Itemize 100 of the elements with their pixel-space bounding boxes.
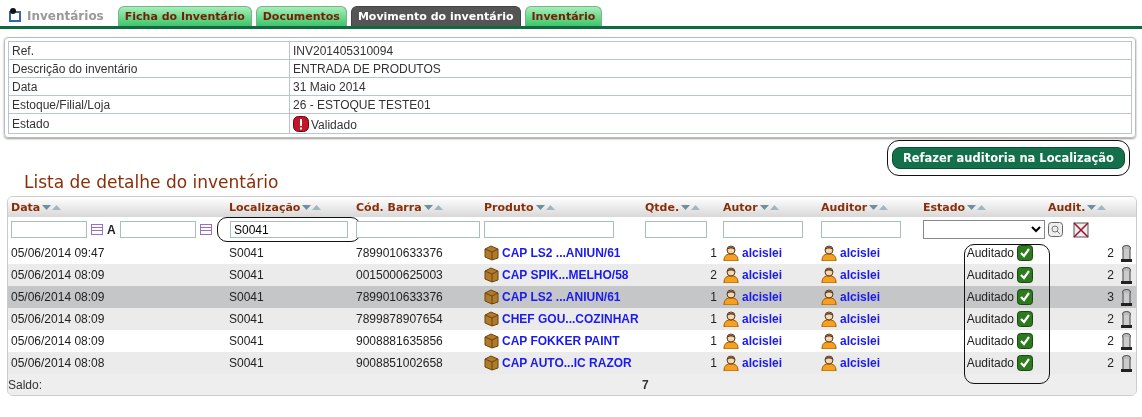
user-link[interactable]: alcislei (840, 356, 881, 370)
box-icon (484, 311, 499, 327)
field-value: INV201405310094 (293, 43, 394, 58)
column-header[interactable]: Autor (723, 200, 758, 214)
column-header[interactable]: Cód. Barra (356, 200, 422, 214)
bin-icon[interactable] (1120, 266, 1133, 284)
product-link[interactable]: CAP SPIK...MELHO/58 (502, 268, 629, 282)
field-value: Validado (311, 117, 357, 132)
list-title: Lista de detalhe do inventário (24, 172, 280, 192)
table-cell: S0041 (229, 268, 264, 282)
filter-field[interactable] (11, 221, 87, 238)
column-header[interactable]: Qtde. (645, 200, 680, 214)
sort-icon[interactable] (42, 203, 63, 211)
table-cell: S0041 (229, 334, 264, 348)
filter-field[interactable] (821, 221, 901, 238)
status-text: Auditado (966, 246, 1014, 260)
user-icon (821, 267, 837, 283)
table-cell: 1 (710, 312, 717, 326)
user-link[interactable]: alcislei (742, 246, 783, 260)
user-link[interactable]: alcislei (840, 290, 881, 304)
sort-icon[interactable] (681, 203, 702, 211)
column-header[interactable]: Produto (484, 200, 534, 214)
sort-icon[interactable] (535, 203, 556, 211)
bin-icon[interactable] (1120, 310, 1133, 328)
product-link[interactable]: CAP LS2 ...ANIUN/61 (502, 246, 621, 260)
calendar-icon[interactable] (199, 224, 212, 235)
inventory-icon (8, 8, 22, 23)
sort-icon[interactable] (869, 203, 890, 211)
column-header[interactable]: Localização (229, 200, 301, 214)
box-icon (484, 267, 499, 283)
field-value: 26 - ESTOQUE TESTE01 (293, 97, 431, 112)
sort-icon[interactable] (1087, 203, 1108, 211)
column-header[interactable]: Auditor (821, 200, 868, 214)
table-row[interactable]: 05/06/2014 08:09 S0041 7899878907654 CHEF GOU...COZINHAR 1 alcislei alcislei Auditado 2 (8, 308, 1136, 330)
user-link[interactable]: alcislei (742, 268, 783, 282)
user-icon (723, 333, 739, 349)
user-icon (723, 311, 739, 327)
sort-icon[interactable] (302, 203, 323, 211)
box-icon (484, 355, 499, 371)
user-link[interactable]: alcislei (840, 334, 881, 348)
user-link[interactable]: alcislei (742, 356, 783, 370)
search-icon[interactable] (1048, 222, 1063, 237)
filter-field[interactable] (645, 221, 707, 238)
bin-icon[interactable] (1120, 244, 1133, 262)
table-row[interactable]: 05/06/2014 08:09 S0041 7899010633376 CAP LS2 ...ANIUN/61 1 alcislei alcislei Auditado 3 (8, 286, 1136, 308)
user-link[interactable]: alcislei (742, 290, 783, 304)
field-label: Estoque/Filial/Loja (12, 97, 111, 112)
field-label: Ref. (12, 43, 34, 58)
table-cell: 3 (1107, 290, 1114, 304)
filter-field[interactable] (723, 221, 803, 238)
user-icon (723, 289, 739, 305)
user-icon (821, 355, 837, 371)
column-header[interactable]: Estado (923, 200, 966, 214)
user-link[interactable]: alcislei (840, 312, 881, 326)
redo-audit-button[interactable]: Refazer auditoria na Localização (891, 147, 1125, 169)
column-header[interactable]: Audit. (1048, 200, 1086, 214)
product-link[interactable]: CAP FOKKER PAINT (502, 334, 620, 348)
sort-icon[interactable] (423, 203, 444, 211)
user-link[interactable]: alcislei (840, 246, 881, 260)
table-cell: 7899010633376 (356, 246, 443, 260)
tab[interactable]: Movimento do inventário (350, 6, 521, 26)
table-row[interactable]: 05/06/2014 08:08 S0041 9008851002658 CAP AUTO...IC RAZOR 1 alcislei alcislei Auditado 2 (8, 352, 1136, 374)
sort-icon[interactable] (759, 203, 780, 211)
user-link[interactable]: alcislei (742, 334, 783, 348)
filter-field[interactable] (356, 221, 480, 238)
tab[interactable]: Inventário (524, 6, 603, 26)
box-icon (484, 333, 499, 349)
user-icon (821, 333, 837, 349)
check-icon (1017, 289, 1033, 305)
field-label: Data (12, 79, 38, 94)
table-cell: 05/06/2014 08:09 (11, 290, 105, 304)
table-cell: 2 (1107, 312, 1114, 326)
location-filter-field[interactable]: S0041 (230, 221, 348, 238)
field-value: ENTRADA DE PRODUTOS (293, 61, 441, 76)
table-row[interactable]: 05/06/2014 08:09 S0041 0015000625003 CAP SPIK...MELHO/58 2 alcislei alcislei Auditado 2 (8, 264, 1136, 286)
filter-field[interactable] (119, 221, 196, 238)
sort-icon[interactable] (967, 203, 988, 211)
filter-field[interactable] (484, 221, 614, 238)
column-header[interactable]: Data (11, 200, 41, 214)
table-cell: 9008851002658 (356, 356, 443, 370)
status-text: Auditado (966, 268, 1014, 282)
product-link[interactable]: CAP AUTO...IC RAZOR (502, 356, 632, 370)
total-label: Saldo: (8, 377, 43, 392)
clear-filter-icon[interactable] (1073, 221, 1089, 238)
table-cell: 05/06/2014 08:09 (11, 268, 105, 282)
check-icon (1017, 311, 1033, 327)
tab[interactable]: Ficha do Inventário (117, 6, 252, 26)
bin-icon[interactable] (1120, 354, 1133, 372)
field-label: Descrição do inventário (12, 61, 138, 76)
user-link[interactable]: alcislei (840, 268, 881, 282)
product-link[interactable]: CHEF GOU...COZINHAR (502, 312, 639, 326)
table-cell: 7899878907654 (356, 312, 443, 326)
calendar-icon[interactable] (91, 224, 103, 235)
bin-icon[interactable] (1120, 332, 1133, 350)
product-link[interactable]: CAP LS2 ...ANIUN/61 (502, 290, 621, 304)
tab[interactable]: Documentos (255, 6, 347, 26)
bin-icon[interactable] (1120, 288, 1133, 306)
status-filter-dropdown[interactable] (923, 220, 1045, 239)
error-icon (293, 115, 309, 132)
user-link[interactable]: alcislei (742, 312, 783, 326)
